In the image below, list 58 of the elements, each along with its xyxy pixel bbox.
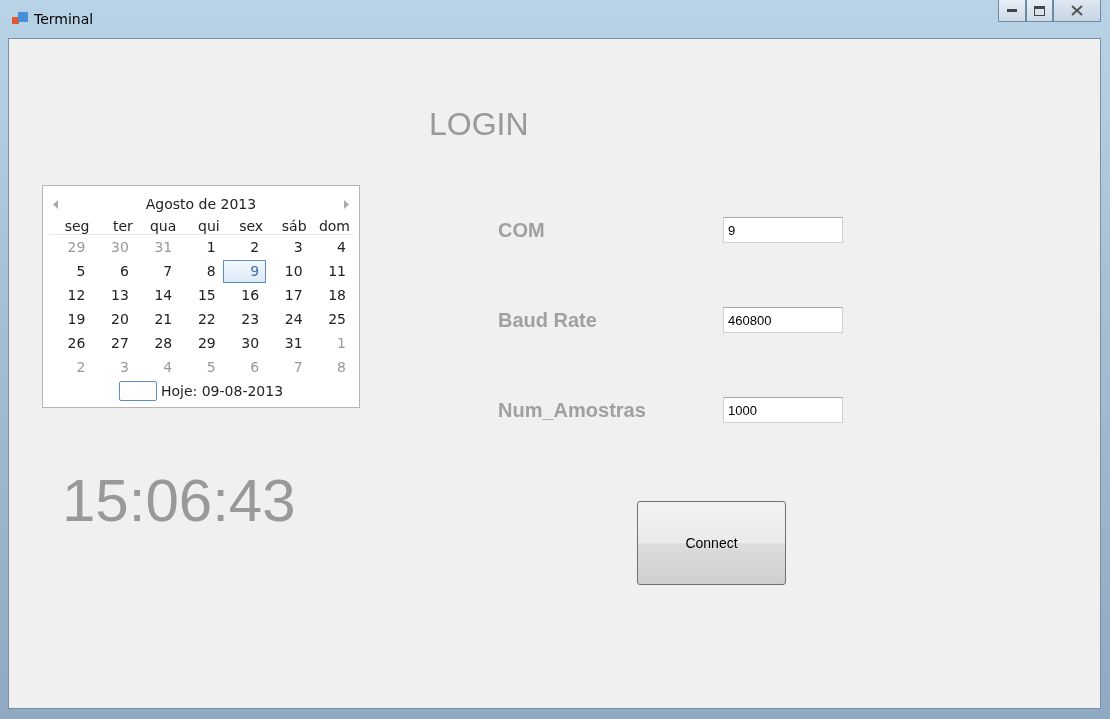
calendar-day[interactable]: 2	[222, 236, 267, 259]
calendar-day[interactable]: 16	[222, 284, 267, 307]
login-heading: LOGIN	[429, 106, 530, 143]
maximize-icon	[1034, 5, 1045, 16]
weekday-label: qua	[135, 218, 180, 235]
calendar-day[interactable]: 11	[309, 260, 353, 283]
connect-button[interactable]: Connect	[637, 501, 786, 585]
calendar-day[interactable]: 25	[309, 308, 353, 331]
calendar-day[interactable]: 14	[135, 284, 180, 307]
calendar-day[interactable]: 10	[266, 260, 310, 283]
calendar-day[interactable]: 6	[92, 260, 136, 283]
today-link[interactable]: Hoje: 09-08-2013	[160, 383, 284, 399]
calendar-day[interactable]: 13	[92, 284, 136, 307]
calendar-day[interactable]: 23	[222, 308, 267, 331]
calendar-day[interactable]: 24	[266, 308, 310, 331]
calendar-day[interactable]: 29	[179, 332, 223, 355]
calendar-day[interactable]: 7	[135, 260, 180, 283]
weekday-label: ter	[92, 218, 136, 235]
weekday-label: sáb	[266, 218, 310, 235]
today-marker-icon	[118, 381, 157, 401]
field-label: Baud Rate	[498, 308, 598, 332]
input-field[interactable]: 1000	[723, 397, 843, 423]
minimize-icon	[1007, 8, 1017, 13]
weekday-label: sex	[222, 218, 267, 235]
calendar-day[interactable]: 8	[179, 260, 223, 283]
clock-display: 15:06:43	[62, 466, 297, 535]
calendar-day[interactable]: 5	[49, 260, 93, 283]
calendar-day[interactable]: 18	[309, 284, 353, 307]
field-label: COM	[498, 218, 546, 242]
weekday-label: seg	[49, 218, 93, 235]
calendar-day[interactable]: 31	[266, 332, 310, 355]
weekday-label: qui	[179, 218, 223, 235]
minimize-button[interactable]	[998, 0, 1026, 22]
close-icon	[1071, 5, 1083, 16]
field-label: Num_Amostras	[498, 398, 647, 422]
calendar-day[interactable]: 9	[222, 260, 267, 283]
calendar-day[interactable]: 26	[49, 332, 93, 355]
calendar-day[interactable]: 20	[92, 308, 136, 331]
calendar-day[interactable]: 4	[309, 236, 353, 259]
app-icon	[12, 12, 28, 26]
maximize-button[interactable]	[1026, 0, 1053, 22]
calendar-day[interactable]: 1	[179, 236, 223, 259]
calendar-day[interactable]: 15	[179, 284, 223, 307]
window-title: Terminal	[34, 11, 94, 27]
calendar-day[interactable]: 17	[266, 284, 310, 307]
calendar-day[interactable]: 21	[135, 308, 180, 331]
calendar-day[interactable]: 3	[266, 236, 310, 259]
input-field[interactable]: 460800	[723, 307, 843, 333]
input-field[interactable]: 9	[723, 217, 843, 243]
calendar-day[interactable]: 22	[179, 308, 223, 331]
calendar-day[interactable]: 12	[49, 284, 93, 307]
weekday-label: dom	[309, 218, 353, 235]
calendar-day[interactable]: 19	[49, 308, 93, 331]
calendar-day[interactable]: 30	[222, 332, 267, 355]
calendar-day[interactable]: 28	[135, 332, 180, 355]
calendar-day[interactable]: 27	[92, 332, 136, 355]
month-title: Agosto de 2013	[145, 196, 257, 212]
close-button[interactable]	[1053, 0, 1101, 22]
